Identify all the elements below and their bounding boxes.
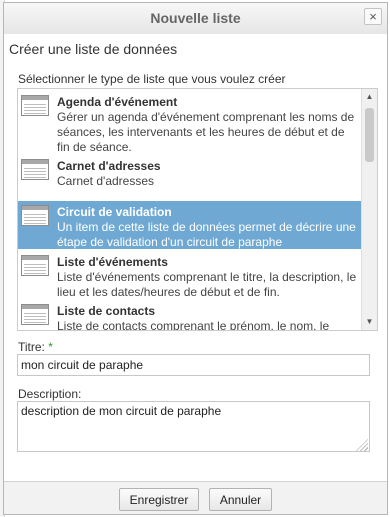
scroll-down-icon[interactable]: ▼ bbox=[362, 315, 377, 329]
list-type-icon bbox=[21, 95, 49, 116]
list-item-description: Gérer un agenda d'événement comprenant l… bbox=[57, 110, 355, 154]
list-type-label: Sélectionner le type de liste que vous v… bbox=[18, 72, 286, 86]
dialog-footer: Enregistrer Annuler bbox=[4, 481, 387, 514]
description-input[interactable]: description de mon circuit de paraphe bbox=[17, 401, 370, 452]
dialog-titlebar: Nouvelle liste × bbox=[4, 3, 387, 35]
list-item-description: Liste d'événements comprenant le titre, … bbox=[57, 270, 357, 299]
list-scrollbar[interactable]: ▲ ▼ bbox=[361, 89, 377, 330]
list-item-title: Agenda d'événement bbox=[57, 95, 178, 109]
list-item-description: Un item de cette liste de données permet… bbox=[57, 220, 356, 249]
list-item-title: Liste de contacts bbox=[57, 304, 156, 318]
close-icon[interactable]: × bbox=[364, 8, 382, 25]
list-item-validation-circuit[interactable]: Circuit de validation Un item de cette l… bbox=[18, 201, 361, 249]
cancel-button[interactable]: Annuler bbox=[209, 488, 272, 511]
list-type-icon bbox=[21, 255, 49, 276]
list-item-description: Carnet d'adresses bbox=[57, 174, 155, 188]
list-item-agenda[interactable]: Agenda d'événement Gérer un agenda d'évé… bbox=[18, 89, 361, 154]
list-item-description: Liste de contacts comprenant le prénom, … bbox=[57, 319, 330, 331]
title-label-text: Titre: bbox=[18, 340, 45, 354]
list-type-listbox[interactable]: Agenda d'événement Gérer un agenda d'évé… bbox=[17, 88, 378, 331]
list-type-icon bbox=[21, 304, 49, 325]
list-item-contacts[interactable]: Liste de contacts Liste de contacts comp… bbox=[18, 301, 361, 331]
list-item-address-book[interactable]: Carnet d'adresses Carnet d'adresses bbox=[18, 155, 361, 195]
list-item-title: Carnet d'adresses bbox=[57, 159, 161, 173]
scroll-thumb[interactable] bbox=[365, 108, 374, 162]
description-label: Description: bbox=[18, 387, 82, 401]
new-list-dialog: Nouvelle liste × Créer une liste de donn… bbox=[3, 2, 388, 515]
title-label: Titre: * bbox=[18, 340, 53, 354]
scroll-up-icon[interactable]: ▲ bbox=[362, 90, 377, 104]
title-input[interactable] bbox=[17, 354, 370, 376]
dialog-content: Créer une liste de données Sélectionner … bbox=[4, 34, 387, 481]
save-button[interactable]: Enregistrer bbox=[119, 488, 199, 511]
required-marker: * bbox=[48, 340, 53, 354]
list-type-icon bbox=[21, 205, 49, 226]
list-item-title: Circuit de validation bbox=[57, 205, 172, 219]
list-item-events[interactable]: Liste d'événements Liste d'événements co… bbox=[18, 251, 361, 299]
dialog-title: Nouvelle liste bbox=[150, 10, 241, 26]
list-item-title: Liste d'événements bbox=[57, 255, 168, 269]
list-type-icon bbox=[21, 159, 49, 180]
page-heading: Créer une liste de données bbox=[9, 41, 178, 57]
